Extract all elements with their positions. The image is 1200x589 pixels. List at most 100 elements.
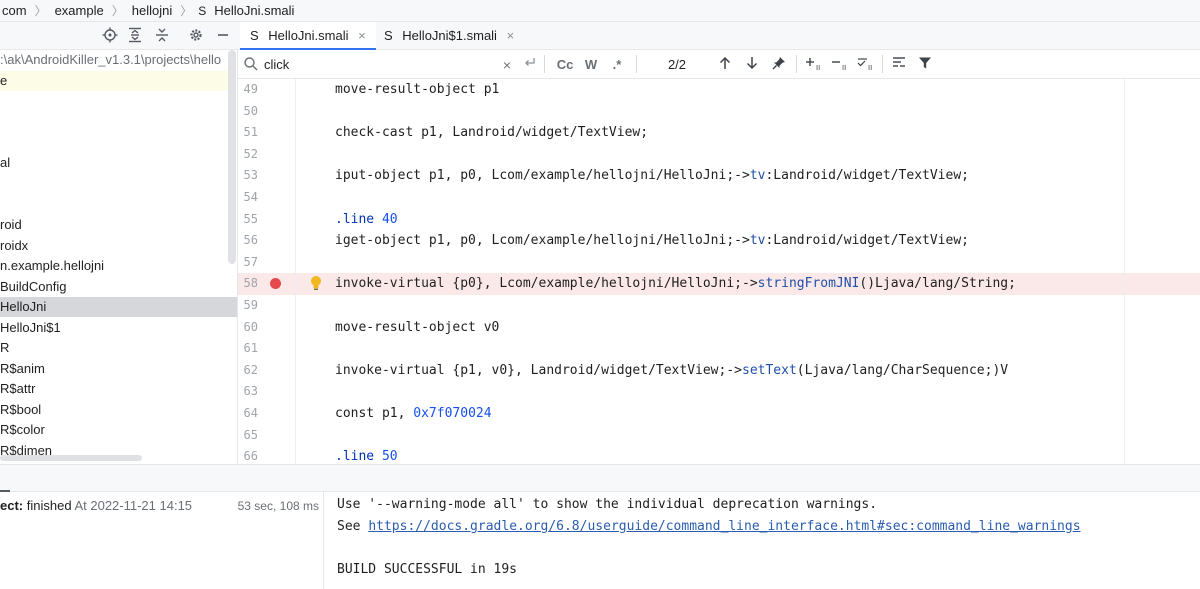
filter-options-icon[interactable] — [890, 56, 908, 74]
regex-toggle[interactable]: .* — [608, 56, 626, 74]
add-occurrence-icon[interactable]: II — [804, 56, 824, 74]
tree-item[interactable]: n.example.hellojni — [0, 256, 104, 276]
breakpoint-icon[interactable] — [270, 278, 281, 290]
pin-icon[interactable] — [770, 56, 788, 74]
tree-item[interactable]: roid — [0, 215, 22, 235]
code-token: (Ljava/lang/CharSequence;)V — [796, 362, 1009, 378]
breadcrumb-file[interactable]: HelloJni.smali — [212, 3, 296, 18]
select-all-occurrences-icon[interactable]: II — [856, 56, 876, 74]
code-token: check-cast p1, Landroid/widget/TextView; — [335, 125, 649, 141]
tab-hellojni-smali[interactable]: S HelloJni.smali × — [240, 22, 376, 50]
build-output[interactable]: Use '--warning-mode all' to show the ind… — [325, 492, 1200, 589]
line-number[interactable]: 61 — [238, 338, 258, 360]
code-line[interactable]: 61 — [238, 338, 1200, 360]
tree-item[interactable]: R$bool — [0, 400, 41, 420]
line-number[interactable]: 50 — [238, 101, 258, 123]
clear-search-icon[interactable]: × — [500, 56, 514, 74]
breadcrumb-item[interactable]: hellojni — [130, 3, 174, 18]
code-token: :Landroid/widget/TextView; — [765, 233, 969, 249]
locate-icon[interactable] — [101, 27, 119, 45]
gear-icon[interactable] — [187, 27, 205, 45]
tab-hellojni1-smali[interactable]: S HelloJni$1.smali × — [374, 22, 524, 50]
code-line[interactable]: 64 const p1, 0x7f070024 — [238, 403, 1200, 425]
tree-vertical-scrollbar[interactable] — [228, 50, 236, 264]
tree-label: BuildConfig — [0, 279, 67, 294]
breadcrumb-item[interactable]: com — [0, 3, 29, 18]
line-number[interactable]: 55 — [238, 209, 258, 231]
whole-words-toggle[interactable]: W — [582, 56, 600, 74]
line-number[interactable]: 54 — [238, 187, 258, 209]
funnel-icon[interactable] — [916, 56, 934, 74]
code-line[interactable]: 66 .line 50 — [238, 446, 1200, 464]
line-number[interactable]: 64 — [238, 403, 258, 425]
line-number[interactable]: 59 — [238, 295, 258, 317]
code-line[interactable]: 56 iget-object p1, p0, Lcom/example/hello… — [238, 230, 1200, 252]
tree-label: al — [0, 155, 11, 170]
tree-item[interactable]: R$color — [0, 420, 45, 440]
tree-label: R$anim — [0, 361, 45, 376]
build-timestamp: At 2022-11-21 14:15 — [74, 498, 193, 513]
line-number[interactable]: 51 — [238, 122, 258, 144]
tree-item[interactable]: e — [0, 71, 230, 91]
lightbulb-icon[interactable] — [310, 275, 322, 291]
expand-all-icon[interactable] — [126, 27, 144, 45]
tree-item-selected[interactable]: HelloJni — [0, 297, 237, 317]
line-number[interactable]: 58 — [238, 273, 258, 295]
code-line[interactable]: 50 — [238, 101, 1200, 123]
code-line[interactable]: 58 invoke-virtual {p0}, Lcom/example/hell… — [238, 273, 1200, 295]
code-line[interactable]: 60 move-result-object v0 — [238, 317, 1200, 339]
gutter-separator — [295, 79, 296, 464]
tab-label: HelloJni$1.smali — [402, 28, 497, 43]
arrow-up-icon[interactable] — [716, 56, 734, 74]
tree-item[interactable]: R — [0, 338, 9, 358]
code-line[interactable]: 57 — [238, 252, 1200, 274]
code-line[interactable]: 53 iput-object p1, p0, Lcom/example/hello… — [238, 165, 1200, 187]
tree-item[interactable]: al — [0, 153, 10, 173]
tree-item[interactable]: BuildConfig — [0, 277, 67, 297]
line-number[interactable]: 49 — [238, 79, 258, 101]
minimize-icon[interactable] — [214, 27, 232, 45]
tree-item[interactable]: HelloJni$1 — [0, 318, 61, 338]
close-icon[interactable]: × — [358, 28, 366, 43]
code-line[interactable]: 63 — [238, 381, 1200, 403]
line-number[interactable]: 52 — [238, 144, 258, 166]
code-line[interactable]: 54 — [238, 187, 1200, 209]
search-input[interactable] — [264, 54, 484, 74]
tree-horizontal-scrollbar[interactable] — [0, 455, 142, 461]
tree-item[interactable]: R$attr — [0, 379, 35, 399]
line-number[interactable]: 56 — [238, 230, 258, 252]
tree-label: e — [0, 73, 8, 88]
code-line[interactable]: 49 move-result-object p1 — [238, 79, 1200, 101]
code-line[interactable]: 51 check-cast p1, Landroid/widget/TextVie… — [238, 122, 1200, 144]
remove-occurrence-icon[interactable]: II — [830, 56, 850, 74]
code-line[interactable]: 62 invoke-virtual {p1, v0}, Landroid/widg… — [238, 360, 1200, 382]
line-number[interactable]: 66 — [238, 446, 258, 464]
tree-item[interactable]: R$anim — [0, 359, 45, 379]
code-text: iget-object p1, p0, Lcom/example/hellojn… — [335, 230, 969, 252]
code-line[interactable]: 65 — [238, 425, 1200, 447]
project-root-path[interactable]: :\ak\AndroidKiller_v1.3.1\projects\hello — [0, 50, 221, 70]
line-number[interactable]: 57 — [238, 252, 258, 274]
new-line-icon[interactable] — [522, 56, 538, 74]
code-line[interactable]: 55 .line 40 — [238, 209, 1200, 231]
line-number[interactable]: 62 — [238, 360, 258, 382]
code-line[interactable]: 59 — [238, 295, 1200, 317]
arrow-down-icon[interactable] — [743, 56, 761, 74]
code-line[interactable]: 52 — [238, 144, 1200, 166]
line-number[interactable]: 53 — [238, 165, 258, 187]
line-number[interactable]: 63 — [238, 381, 258, 403]
code-editor[interactable]: 49 move-result-object p1 50 51 check-cast p1… — [238, 79, 1200, 464]
tree-item[interactable]: roidx — [0, 236, 28, 256]
code-token: :Landroid/widget/TextView; — [765, 168, 969, 184]
collapse-all-icon[interactable] — [153, 27, 171, 45]
breadcrumb-item[interactable]: example — [53, 3, 106, 18]
docs-link[interactable]: https://docs.gradle.org/6.8/userguide/co… — [368, 519, 1080, 534]
svg-text:II: II — [868, 64, 872, 72]
match-case-toggle[interactable]: Cc — [554, 56, 576, 74]
line-number[interactable]: 60 — [238, 317, 258, 339]
line-number[interactable]: 65 — [238, 425, 258, 447]
build-result-row[interactable]: ect: finished At 2022-11-21 14:15 — [0, 496, 192, 516]
tree-label: :\ak\AndroidKiller_v1.3.1\projects\hello — [0, 52, 222, 67]
close-icon[interactable]: × — [507, 28, 515, 43]
search-icon[interactable] — [242, 56, 260, 74]
